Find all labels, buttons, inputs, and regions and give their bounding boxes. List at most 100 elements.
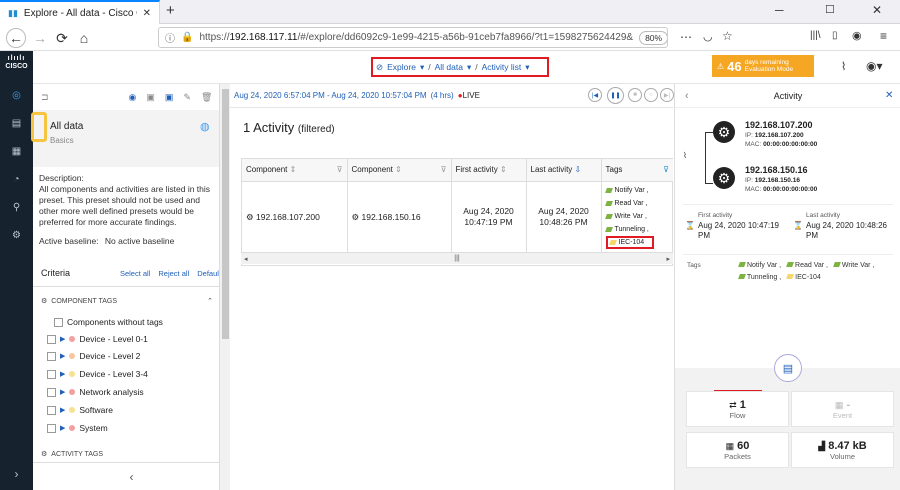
minimize-icon[interactable]: ─: [775, 3, 784, 17]
reports-nav-icon[interactable]: ▤: [0, 112, 33, 134]
info-icon[interactable]: ⓘ: [165, 30, 175, 45]
new-tab-icon[interactable]: +: [166, 2, 175, 19]
filter-icon[interactable]: ⊽: [337, 165, 343, 174]
sort-desc-icon[interactable]: ⇩: [575, 165, 582, 174]
sort-icon[interactable]: ⇕: [500, 165, 507, 174]
calendar-nav-icon[interactable]: ▦: [0, 140, 33, 162]
scroll-grip-icon[interactable]: |||: [454, 255, 459, 262]
zoom-level[interactable]: 80%: [639, 30, 667, 45]
url-bar[interactable]: ⓘ 🔒 https://192.168.117.11/#/explore/dd6…: [158, 27, 668, 48]
explore-nav-icon[interactable]: ◎: [0, 84, 33, 106]
chevron-down-icon[interactable]: ▾: [467, 62, 471, 73]
skip-forward-button[interactable]: ▶|: [660, 88, 674, 102]
chevron-up-icon[interactable]: ⌃: [207, 297, 213, 305]
component-cell[interactable]: ⚙ 192.168.107.200: [242, 181, 348, 253]
sort-icon[interactable]: ⇕: [395, 165, 402, 174]
event-stat[interactable]: ▦ - Event: [791, 391, 894, 427]
left-panel-scrollbar[interactable]: [219, 84, 230, 490]
checkbox[interactable]: [47, 334, 56, 344]
expand-icon[interactable]: ▶: [60, 352, 65, 360]
component-tags-section[interactable]: ⚙ COMPONENT TAGS ⌃: [41, 297, 213, 306]
menu-icon[interactable]: ≡: [880, 29, 887, 43]
default-link[interactable]: Default: [197, 269, 221, 278]
evaluation-badge[interactable]: ⚠ 46 days remaining Evaluation Mode: [712, 55, 814, 77]
scrollbar-thumb[interactable]: [222, 89, 229, 339]
edit-icon[interactable]: ✎: [183, 92, 191, 103]
search-nav-icon[interactable]: ⚲: [0, 196, 33, 218]
tree-item[interactable]: ▶ System: [47, 423, 108, 433]
component-a-ip[interactable]: 192.168.107.200: [745, 120, 813, 130]
component-b-ip[interactable]: 192.168.150.16: [745, 165, 808, 175]
column-header-first-activity[interactable]: First activity ⇕: [451, 159, 527, 182]
checkbox[interactable]: [47, 423, 56, 433]
browser-tab[interactable]: ▮▮ Explore - All data - Cisco Cyber ✕: [0, 0, 160, 24]
crumb-explore[interactable]: Explore: [387, 62, 416, 72]
bookmark-star-icon[interactable]: ☆: [722, 29, 733, 43]
back-icon[interactable]: ‹: [685, 90, 689, 102]
expand-icon[interactable]: ▶: [60, 424, 65, 432]
checkbox[interactable]: [47, 387, 56, 397]
record-button[interactable]: ○: [644, 88, 658, 102]
settings-nav-icon[interactable]: ⚙: [0, 224, 33, 246]
monitor-nav-icon[interactable]: ◔: [0, 168, 33, 190]
chevron-left-icon[interactable]: ‹: [130, 470, 134, 484]
expand-icon[interactable]: ▶: [60, 406, 65, 414]
column-header-tags[interactable]: Tags ⊽: [601, 159, 673, 182]
table-row[interactable]: ⚙ 192.168.107.200 ⚙ 192.168.150.16 Aug 2…: [242, 181, 673, 253]
more-actions-icon[interactable]: ⋯: [680, 30, 692, 44]
scroll-left-icon[interactable]: ◂: [244, 255, 248, 263]
skip-back-button[interactable]: |◀: [588, 88, 602, 102]
expand-nav-icon[interactable]: ›: [0, 463, 33, 485]
checkbox[interactable]: [54, 317, 63, 327]
save-as-icon[interactable]: ▣: [165, 92, 174, 103]
report-button[interactable]: ▤: [774, 354, 802, 382]
checkbox[interactable]: [47, 369, 56, 379]
tree-item[interactable]: ▶ Software: [47, 405, 113, 415]
tree-item[interactable]: Components without tags: [54, 317, 163, 327]
time-range[interactable]: Aug 24, 2020 6:57:04 PM - Aug 24, 2020 1…: [234, 91, 427, 100]
tree-item[interactable]: ▶ Device - Level 3-4: [47, 369, 148, 379]
delete-icon[interactable]: 🗑: [201, 92, 212, 103]
back-button[interactable]: ←: [6, 28, 26, 48]
expand-icon[interactable]: ▶: [60, 335, 65, 343]
expand-icon[interactable]: ▶: [60, 388, 65, 396]
reject-all-link[interactable]: Reject all: [158, 269, 189, 278]
flow-stat[interactable]: ⇄ 1 Flow: [686, 391, 789, 427]
sidebar-icon[interactable]: ▯: [832, 30, 838, 41]
watch-icon[interactable]: ◉: [129, 92, 137, 103]
home-button[interactable]: ⌂: [74, 28, 94, 48]
account-icon[interactable]: ◉: [852, 29, 862, 42]
close-window-icon[interactable]: ✕: [872, 3, 882, 17]
crumb-all-data[interactable]: All data: [435, 62, 463, 72]
live-indicator[interactable]: ●LIVE: [458, 91, 480, 100]
forward-button[interactable]: →: [30, 28, 50, 48]
pocket-icon[interactable]: ◡: [703, 30, 713, 43]
select-all-link[interactable]: Select all: [120, 269, 150, 278]
tree-item[interactable]: ▶ Network analysis: [47, 387, 144, 397]
close-panel-icon[interactable]: ✕: [885, 90, 893, 101]
chevron-down-icon[interactable]: ▾: [420, 62, 424, 73]
pause-button[interactable]: ❚❚: [607, 87, 624, 104]
save-icon[interactable]: ▣: [146, 92, 155, 103]
column-header-component[interactable]: Component ⇕ ⊽: [347, 159, 452, 182]
chart-icon[interactable]: ⌇: [841, 60, 846, 73]
component-cell[interactable]: ⚙ 192.168.150.16: [347, 181, 452, 253]
reload-button[interactable]: ⟳: [52, 28, 72, 48]
user-avatar-icon[interactable]: ◉▾: [866, 59, 883, 73]
filter-active-icon[interactable]: ⊽: [663, 165, 669, 174]
crumb-activity-list[interactable]: Activity list: [482, 62, 522, 72]
column-header-last-activity[interactable]: Last activity ⇩: [526, 159, 602, 182]
scroll-right-icon[interactable]: ▸: [666, 255, 670, 263]
tree-item[interactable]: ▶ Device - Level 2: [47, 351, 140, 361]
filter-icon[interactable]: ⊽: [441, 165, 447, 174]
expand-icon[interactable]: ▶: [60, 370, 65, 378]
maximize-icon[interactable]: ☐: [825, 3, 835, 16]
close-tab-icon[interactable]: ✕: [143, 8, 151, 19]
stop-button[interactable]: ■: [628, 88, 642, 102]
column-header-component[interactable]: Component ⇕ ⊽: [242, 159, 348, 182]
sort-icon[interactable]: ⇕: [290, 165, 297, 174]
activity-tags-section[interactable]: ⚙ ACTIVITY TAGS: [41, 450, 213, 459]
collapse-icon[interactable]: ⊐: [41, 92, 49, 103]
tree-item[interactable]: ▶ Device - Level 0-1: [47, 334, 148, 344]
collapse-panel-button[interactable]: ‹: [33, 462, 230, 490]
